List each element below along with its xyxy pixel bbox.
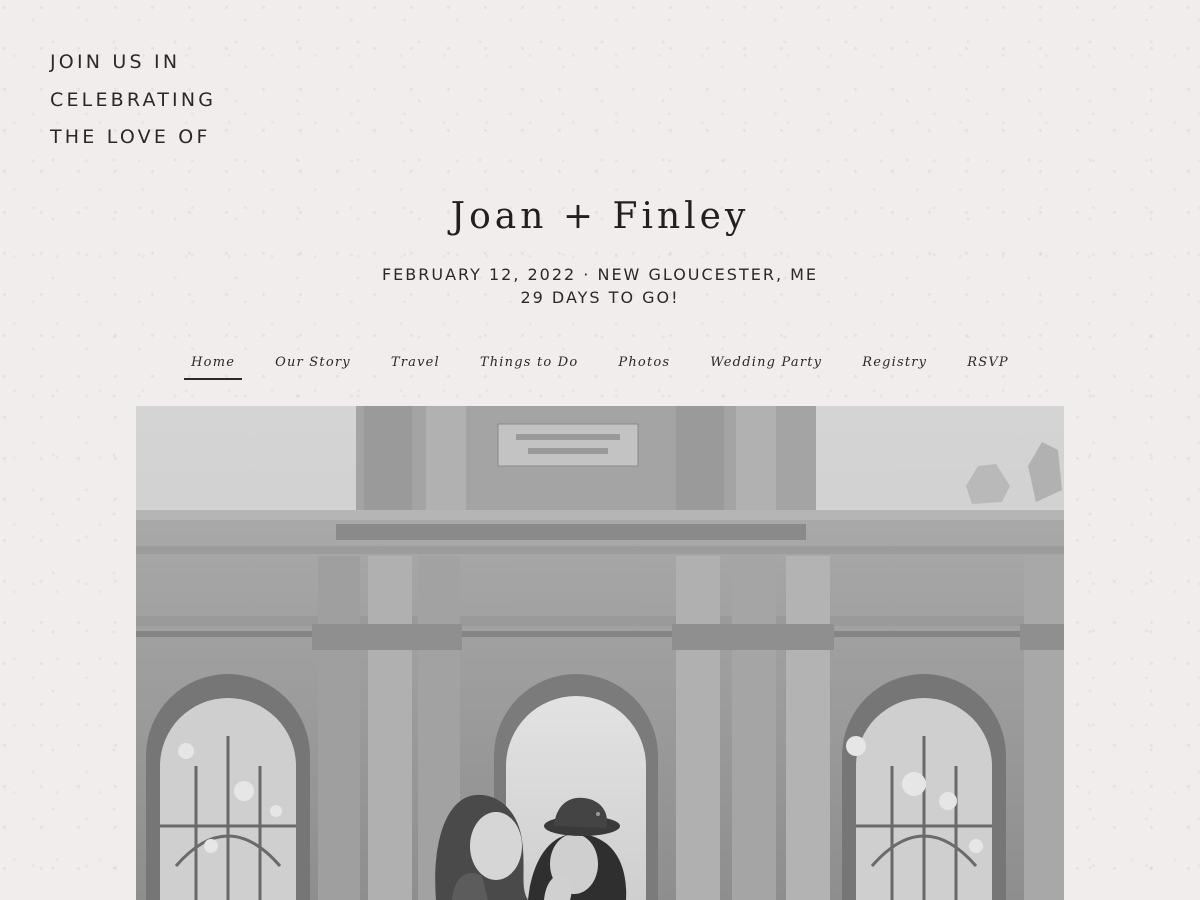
nav-item-rsvp[interactable]: RSVP [960,352,1016,380]
couple-names: Joan + Finley [450,196,750,237]
nav-item-our-story[interactable]: Our Story [268,352,358,380]
nav-item-registry[interactable]: Registry [855,352,934,380]
nav-item-home[interactable]: Home [184,352,243,380]
intro-line-3: THE LOVE OF [50,126,211,148]
hero-photo [136,406,1064,900]
intro-line-2: CELEBRATING [50,88,217,111]
nav-item-travel[interactable]: Travel [384,352,447,380]
intro-text: JOIN US IN CELEBRATING THE LOVE OF [50,44,216,157]
countdown: 29 DAYS TO GO! [520,288,680,307]
nav-item-photos[interactable]: Photos [611,352,677,380]
event-date-location: FEBRUARY 12, 2022 · NEW GLOUCESTER, ME [381,265,819,284]
main-nav: Home Our Story Travel Things to Do Photo… [0,352,1200,380]
intro-line-1: JOIN US IN [50,51,181,73]
nav-item-things-to-do[interactable]: Things to Do [473,352,586,380]
event-details: FEBRUARY 12, 2022 · NEW GLOUCESTER, ME 2… [0,263,1200,309]
nav-item-wedding-party[interactable]: Wedding Party [703,352,829,380]
hero-photo-illustration [136,406,1064,900]
